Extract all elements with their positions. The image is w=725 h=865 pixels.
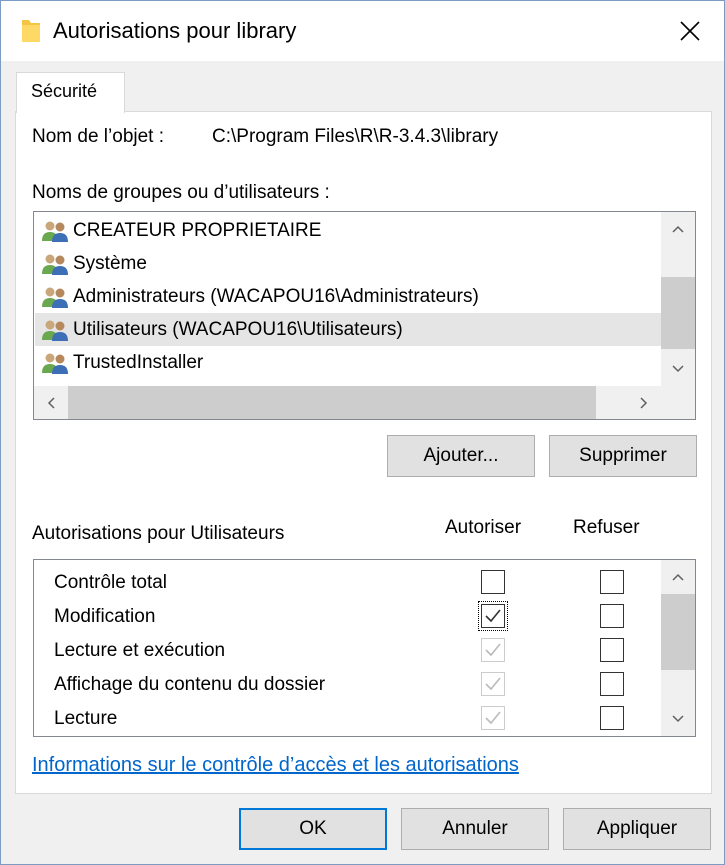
add-button[interactable]: Ajouter... (387, 435, 535, 477)
permission-row: Affichage du contenu du dossier (34, 668, 661, 702)
scroll-up-arrow-icon[interactable] (661, 560, 695, 594)
list-item-selected[interactable]: Utilisateurs (WACAPOU16\Utilisateurs) (35, 313, 661, 346)
deny-column-header: Refuser (573, 517, 640, 538)
list-item-label: Utilisateurs (WACAPOU16\Utilisateurs) (73, 318, 403, 340)
remove-button[interactable]: Supprimer (549, 435, 697, 477)
permissions-dialog: Autorisations pour library Sécurité Nom … (0, 0, 725, 865)
permissions-list: Contrôle total Modification Lecture et e… (33, 559, 696, 737)
list-item[interactable]: Système (35, 247, 661, 280)
deny-checkbox[interactable] (600, 706, 624, 730)
groups-vertical-scrollbar[interactable] (661, 212, 695, 386)
permission-name: Lecture et exécution (54, 640, 226, 661)
scroll-thumb[interactable] (661, 277, 695, 349)
users-group-icon (42, 254, 68, 275)
deny-checkbox[interactable] (600, 570, 624, 594)
scroll-right-arrow-icon[interactable] (627, 386, 661, 419)
scroll-up-arrow-icon[interactable] (661, 212, 695, 246)
checkmark-icon (485, 677, 501, 691)
permissions-vertical-scrollbar[interactable] (661, 560, 695, 736)
users-group-icon (42, 221, 68, 242)
permission-row: Modification (34, 600, 661, 634)
scrollbar-corner (661, 386, 695, 419)
object-name-label: Nom de l’objet : (32, 126, 165, 147)
permission-name: Modification (54, 606, 156, 627)
permission-name: Contrôle total (54, 572, 168, 593)
permission-row: Lecture (34, 702, 661, 736)
close-icon (680, 21, 700, 41)
deny-checkbox[interactable] (600, 638, 624, 662)
title-bar: Autorisations pour library (1, 1, 724, 61)
groups-horizontal-scrollbar[interactable] (34, 386, 661, 419)
access-control-info-link[interactable]: Informations sur le contrôle d’accès et … (32, 754, 519, 777)
checkmark-icon (485, 711, 501, 725)
folder-icon (22, 20, 40, 42)
deny-checkbox[interactable] (600, 604, 624, 628)
scroll-thumb[interactable] (68, 386, 596, 419)
users-group-icon (42, 320, 68, 341)
list-item-label: Système (73, 252, 147, 274)
permission-name: Affichage du contenu du dossier (54, 674, 326, 695)
allow-checkbox[interactable] (478, 601, 508, 631)
permissions-label: Autorisations pour Utilisateurs (32, 523, 285, 544)
allow-checkbox (481, 638, 505, 662)
list-item-label: TrustedInstaller (73, 351, 204, 373)
permission-row: Lecture et exécution (34, 634, 661, 668)
list-item[interactable]: CREATEUR PROPRIETAIRE (35, 214, 661, 247)
cancel-button[interactable]: Annuler (401, 808, 549, 850)
users-group-icon (42, 287, 68, 308)
groups-label: Noms de groupes ou d’utilisateurs : (32, 182, 330, 203)
list-item-label: CREATEUR PROPRIETAIRE (73, 219, 322, 241)
scroll-down-arrow-icon[interactable] (661, 352, 695, 386)
tab-security[interactable]: Sécurité (16, 72, 125, 113)
groups-listbox[interactable]: CREATEUR PROPRIETAIRE Système Administra… (33, 211, 696, 420)
allow-checkbox[interactable] (481, 570, 505, 594)
allow-checkbox (481, 706, 505, 730)
checkmark-icon (485, 609, 501, 623)
close-button[interactable] (667, 11, 713, 51)
ok-button[interactable]: OK (239, 808, 387, 850)
permission-name: Lecture (54, 708, 118, 729)
allow-checkbox (481, 672, 505, 696)
users-group-icon (42, 353, 68, 374)
scroll-left-arrow-icon[interactable] (34, 386, 68, 419)
object-name-value: C:\Program Files\R\R-3.4.3\library (212, 126, 499, 147)
permission-row: Contrôle total (34, 566, 661, 600)
allow-column-header: Autoriser (445, 517, 522, 538)
tab-security-label: Sécurité (31, 81, 98, 101)
scroll-thumb[interactable] (661, 594, 695, 670)
scroll-down-arrow-icon[interactable] (661, 702, 695, 736)
checkmark-icon (485, 643, 501, 657)
window-title: Autorisations pour library (53, 18, 297, 43)
list-item-label: Administrateurs (WACAPOU16\Administrateu… (73, 285, 479, 307)
apply-button[interactable]: Appliquer (563, 808, 711, 850)
list-item[interactable]: Administrateurs (WACAPOU16\Administrateu… (35, 280, 661, 313)
list-item[interactable]: TrustedInstaller (35, 346, 661, 379)
deny-checkbox[interactable] (600, 672, 624, 696)
